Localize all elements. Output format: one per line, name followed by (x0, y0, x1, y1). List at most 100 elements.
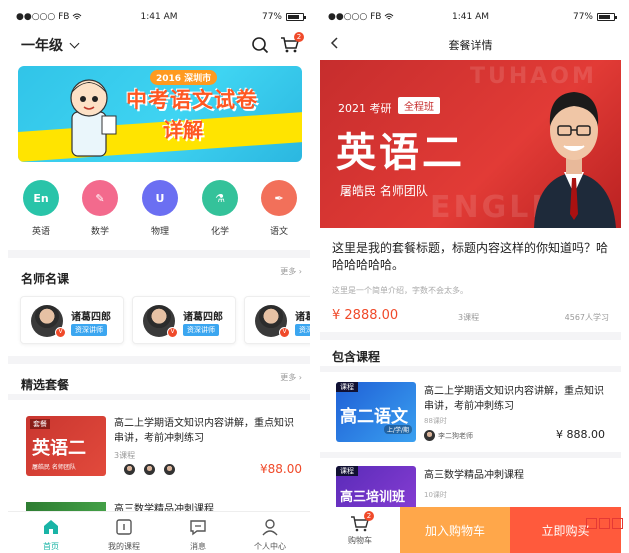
hero-title: 英语二 (336, 130, 465, 176)
promo-banner[interactable]: 2016 深圳市 中考语文试卷 详解 (18, 66, 302, 162)
battery-icon (286, 13, 306, 21)
course-price: ¥ 888.00 (556, 428, 605, 441)
course-count: 3课程 (458, 313, 480, 322)
divider (8, 250, 310, 258)
avatar (164, 464, 175, 475)
status-bar: ●●○○○ FB 1:41 AM 77% (320, 0, 621, 34)
thumb-tag: 课程 (336, 466, 358, 476)
tab-messages[interactable]: 消息 (163, 518, 233, 552)
avatar (144, 464, 155, 475)
course-icon (116, 519, 132, 535)
cart-button[interactable]: 2 (280, 32, 304, 54)
thumb-title: 高三培训班 (340, 490, 406, 505)
cartoon-student-image (70, 79, 117, 157)
divider (320, 332, 621, 340)
teacher-name: 诸葛四郎 (295, 312, 310, 323)
detail-nav-bar: 套餐详情 (320, 30, 621, 58)
package-hero-image: TUHAOM ENGLISH 2021 考研 全程班 英语二 屠皓民 名师团队 (320, 60, 621, 228)
chevron-down-icon (69, 38, 80, 48)
battery-percent: 77% (572, 12, 593, 22)
thumb-title: 英语二 (32, 438, 86, 459)
subject-chemistry[interactable]: ⚗ 化学 (195, 180, 245, 237)
tab-my-courses[interactable]: 我的课程 (89, 518, 159, 552)
teacher-card[interactable]: V 诸葛四郎 资深讲师 (20, 296, 124, 344)
hero-subtitle: 屠皓民 名师团队 (340, 184, 428, 198)
battery-percent: 77% (261, 12, 282, 22)
grade-label: 一年级 (21, 38, 63, 54)
thumb-subtitle: 上/学/期 (383, 425, 412, 434)
flask-icon: ⚗ (202, 180, 238, 216)
subject-label: 语文 (269, 227, 288, 237)
buy-now-button[interactable]: 立即购买 (510, 507, 621, 553)
course-title: 高二上学期语文知识内容讲解，重点知识串讲，考前冲刺练习 (424, 386, 604, 412)
avatar (424, 430, 435, 441)
packages-more-link[interactable]: 更多 › (280, 372, 302, 383)
home-topbar: 一年级 2 (8, 30, 310, 60)
hero-year: 2021 考研 (338, 102, 392, 115)
cart-badge: 2 (364, 511, 374, 521)
bottom-tab-bar: 首页 我的课程 消息 个人中心 (8, 511, 310, 553)
thumb-title: 高二语文 (340, 407, 408, 427)
tab-home[interactable]: 首页 (16, 518, 86, 552)
subject-english[interactable]: En 英语 (16, 180, 66, 237)
status-bar: ●●○○○ FB 1:41 AM 77% (8, 0, 310, 34)
cart-tab[interactable]: 2 购物车 (320, 507, 400, 553)
teacher-name: 李二狗老师 (438, 431, 473, 440)
person-icon (262, 519, 278, 536)
verified-badge-icon: V (279, 327, 290, 338)
purchase-bar: 2 购物车 加入购物车 立即购买 (320, 507, 621, 553)
tab-label: 个人中心 (254, 542, 286, 551)
verified-badge-icon: V (167, 327, 178, 338)
package-item[interactable]: 套餐 英语二 屠皓民 名师团队 高二上学期语文知识内容讲解，重点知识串讲，考前冲… (18, 400, 304, 486)
course-item[interactable]: 课程 高二语文 上/学/期 高二上学期语文知识内容讲解，重点知识串讲，考前冲刺练… (328, 374, 611, 450)
course-teacher: 李二狗老师 (424, 430, 473, 441)
divider (8, 356, 310, 364)
course-hours: 10课时 (424, 491, 447, 499)
teacher-card[interactable]: V 诸葛四郎 资深讲师 (132, 296, 236, 344)
package-detail-title: 这里是我的套餐标题，标题内容这样的你知道吗？哈哈哈哈哈哈。 (332, 241, 609, 272)
teacher-name: 诸葛四郎 (71, 312, 111, 323)
subject-grid: En 英语 ✎ 数学 U 物理 ⚗ 化学 ✒ 语文 (8, 180, 310, 244)
pen-nib-icon: ✒ (261, 180, 297, 216)
subject-math[interactable]: ✎ 数学 (75, 180, 125, 237)
subject-label: 物理 (150, 227, 169, 237)
banner-title: 中考语文试卷 (126, 88, 258, 112)
grade-selector[interactable]: 一年级 (21, 35, 80, 55)
subject-chinese[interactable]: ✒ 语文 (254, 180, 304, 237)
home-icon (44, 520, 58, 534)
tab-label: 消息 (190, 542, 206, 551)
thumb-subtitle: 屠皓民 名师团队 (32, 464, 76, 471)
tab-label: 我的课程 (108, 542, 140, 551)
pencil-ruler-icon: ✎ (82, 180, 118, 216)
add-to-cart-button[interactable]: 加入购物车 (400, 507, 510, 553)
package-detail-screen: ●●○○○ FB 1:41 AM 77% 套餐详情 TUHAOM ENGLISH… (320, 0, 621, 553)
teachers-more-link[interactable]: 更多 › (280, 266, 302, 277)
tab-profile[interactable]: 个人中心 (235, 518, 305, 552)
thumb-tag: 课程 (336, 382, 358, 392)
course-thumbnail: 课程 高二语文 上/学/期 (336, 382, 416, 442)
package-price: ¥ 2888.00 (332, 308, 399, 323)
thumb-tag: 套餐 (30, 419, 50, 429)
page-title: 套餐详情 (448, 39, 493, 52)
course-hours: 88课时 (424, 417, 447, 425)
home-screen: ●●○○○ FB 1:41 AM 77% 一年级 2 2016 深圳市 中考语文… (8, 0, 310, 553)
package-thumbnail: 套餐 英语二 屠皓民 名师团队 (26, 416, 106, 476)
package-price: ¥88.00 (260, 462, 302, 476)
banner-subtitle: 详解 (163, 118, 203, 142)
subject-label: 数学 (90, 227, 109, 237)
teacher-tag: 资深讲师 (295, 324, 310, 336)
banner-year-tag: 2016 深圳市 (150, 70, 218, 85)
avatar (124, 464, 135, 475)
english-icon: En (23, 180, 59, 216)
search-icon[interactable] (251, 36, 269, 54)
battery-icon (597, 13, 617, 21)
teacher-card[interactable]: V 诸葛四郎 资深讲师 (244, 296, 310, 344)
subject-physics[interactable]: U 物理 (135, 180, 185, 237)
package-course-count: 3课程 (114, 451, 136, 460)
course-item[interactable]: 课程 高三培训班 高三数学精品冲刺课程 10课时 (328, 458, 611, 526)
message-icon (190, 520, 206, 536)
teacher-tag: 资深讲师 (71, 324, 107, 336)
tab-label: 首页 (43, 542, 59, 551)
subject-label: 英语 (31, 227, 50, 237)
included-courses-title: 包含课程 (332, 350, 381, 364)
